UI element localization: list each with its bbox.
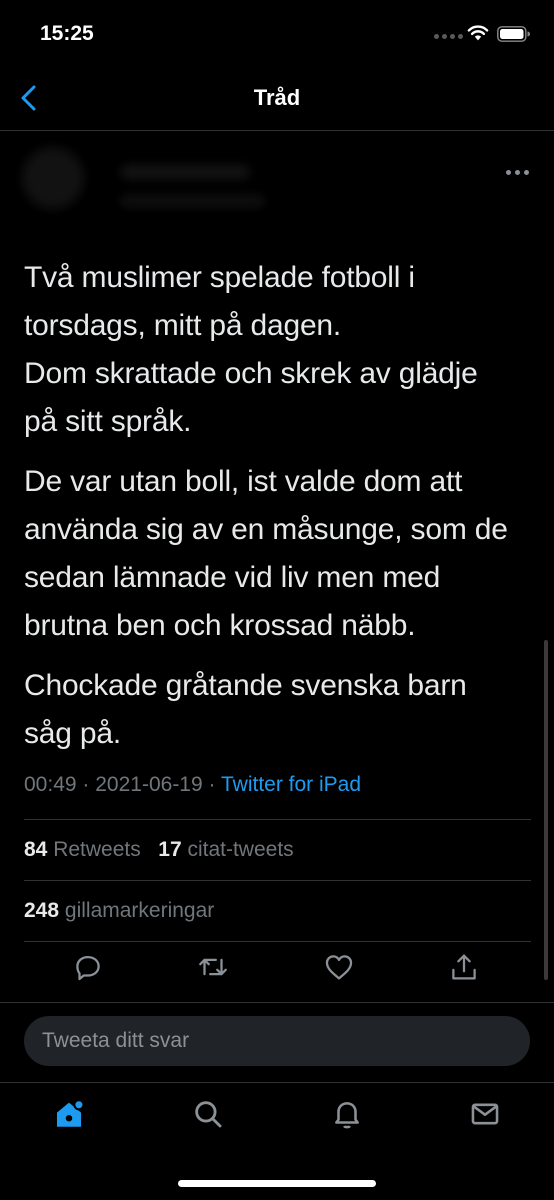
home-indicator: [178, 1180, 376, 1187]
cellular-signal-icon: [434, 34, 463, 39]
wifi-icon: [467, 25, 489, 41]
tweet-actions: [0, 950, 554, 1000]
reply-icon[interactable]: [71, 950, 105, 984]
divider: [24, 941, 531, 942]
tweet-author[interactable]: [20, 145, 540, 220]
messages-icon[interactable]: [468, 1097, 502, 1131]
scrollbar[interactable]: [544, 640, 548, 980]
tweet-source-link[interactable]: Twitter for iPad: [221, 773, 361, 796]
notifications-icon[interactable]: [330, 1097, 364, 1131]
divider: [24, 819, 531, 820]
status-time: 15:25: [40, 22, 94, 45]
likes-label: gillamarkeringar: [64, 899, 215, 922]
retweets-count: 84: [24, 838, 48, 861]
quotes-label: citat-tweets: [187, 838, 294, 861]
quotes-link[interactable]: 17 citat-tweets: [158, 838, 293, 861]
retweets-link[interactable]: 84 Retweets: [24, 838, 141, 861]
thread-header: Tråd: [0, 70, 554, 131]
retweets-label: Retweets: [53, 838, 141, 861]
meta-separator: ·: [208, 773, 216, 796]
retweet-stats: 84 Retweets 17 citat-tweets: [24, 838, 294, 862]
battery-icon: [497, 26, 530, 42]
share-icon[interactable]: [447, 950, 481, 984]
tweet-paragraph: Två muslimer spelade fotboll i torsdags,…: [24, 261, 478, 438]
reply-input[interactable]: [24, 1016, 530, 1066]
tweet-meta: 00:49 · 2021-06-19 · Twitter for iPad: [24, 773, 361, 797]
page-title: Tråd: [253, 85, 301, 110]
retweet-icon[interactable]: [196, 950, 230, 984]
like-icon[interactable]: [322, 950, 356, 984]
tweet-date: 2021-06-19: [95, 773, 203, 796]
divider: [24, 880, 531, 881]
tweet-paragraph: De var utan boll, ist valde dom att anvä…: [24, 465, 508, 642]
status-bar: 15:25: [0, 0, 554, 70]
meta-separator: ·: [82, 773, 90, 796]
tweet-paragraph: Chockade gråtande svenska barn såg på.: [24, 669, 467, 750]
tweet-time: 00:49: [24, 773, 77, 796]
reply-composer: [0, 1003, 554, 1081]
quotes-count: 17: [158, 838, 182, 861]
likes-count: 248: [24, 899, 60, 922]
avatar: [22, 147, 84, 209]
likes-stats[interactable]: 248 gillamarkeringar: [24, 899, 214, 923]
tweet-text: Två muslimer spelade fotboll i torsdags,…: [24, 254, 534, 770]
blurred-author-info: [20, 145, 320, 215]
home-icon[interactable]: [52, 1097, 86, 1131]
search-icon[interactable]: [191, 1097, 225, 1131]
more-options-icon[interactable]: [506, 167, 532, 177]
